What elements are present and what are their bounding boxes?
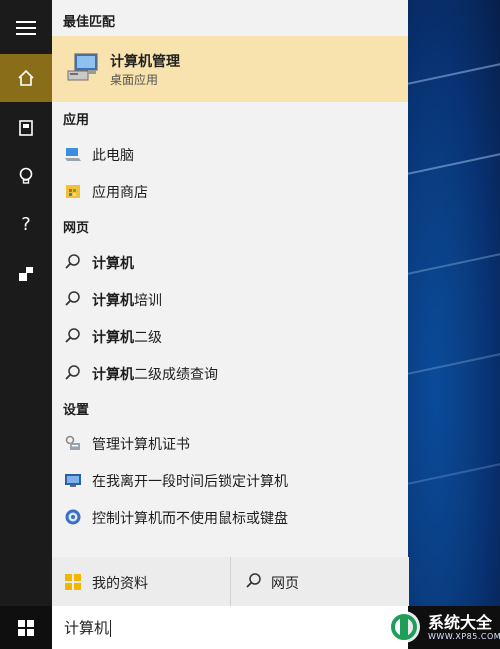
- setting-item-label: 在我离开一段时间后锁定计算机: [92, 474, 288, 490]
- screen: ? 最佳匹配 计算机管理 桌面应用 应用 此电脑 应用商店 网页 计算机 计算机…: [0, 0, 500, 649]
- web-search-button[interactable]: 网页: [230, 557, 409, 606]
- help-button[interactable]: ?: [0, 200, 52, 248]
- notebook-icon: [19, 120, 33, 136]
- store-icon: [66, 185, 80, 198]
- web-suggestion-label: 计算机二级: [92, 330, 162, 346]
- app-item-label: 应用商店: [92, 185, 148, 201]
- search-icon: [65, 254, 80, 269]
- watermark: 系统大全 WWW.XP85.COM: [382, 605, 500, 649]
- search-icon: [246, 573, 261, 588]
- best-match-title: 计算机管理: [110, 54, 180, 70]
- web-suggestion-2[interactable]: 计算机培训: [52, 284, 408, 314]
- menu-button[interactable]: [0, 4, 52, 52]
- app-item-label: 此电脑: [92, 148, 134, 164]
- setting-item-ease-of-access[interactable]: 控制计算机而不使用鼠标或键盘: [52, 502, 408, 532]
- app-item-store[interactable]: 应用商店: [52, 176, 408, 206]
- setting-item-lock[interactable]: 在我离开一段时间后锁定计算机: [52, 465, 408, 495]
- watermark-url: WWW.XP85.COM: [428, 632, 500, 641]
- web-suggestion-3[interactable]: 计算机二级: [52, 321, 408, 351]
- web-suggestion-4[interactable]: 计算机二级成绩查询: [52, 358, 408, 388]
- home-button[interactable]: [0, 54, 52, 102]
- ease-of-access-icon: [65, 509, 81, 525]
- web-suggestion-label: 计算机: [92, 256, 134, 272]
- reminders-button[interactable]: [0, 152, 52, 200]
- watermark-brand: 系统大全: [428, 613, 493, 632]
- computer-icon: [65, 148, 81, 161]
- hamburger-icon: [16, 21, 36, 35]
- lightbulb-icon: [19, 167, 33, 184]
- search-icon: [65, 328, 80, 343]
- setting-item-certificates[interactable]: 管理计算机证书: [52, 428, 408, 458]
- lock-screen-icon: [65, 474, 81, 487]
- windows-start-icon: [18, 619, 34, 636]
- start-left-rail: ?: [0, 0, 52, 606]
- section-best-match: 最佳匹配: [63, 15, 116, 30]
- app-item-this-pc[interactable]: 此电脑: [52, 139, 408, 169]
- watermark-logo-icon: [388, 611, 420, 643]
- computer-management-icon: [67, 53, 98, 81]
- setting-item-label: 管理计算机证书: [92, 437, 190, 453]
- certificate-icon: [65, 435, 80, 450]
- my-stuff-label: 我的资料: [92, 576, 148, 592]
- home-icon: [18, 69, 34, 86]
- search-results-panel: 最佳匹配 计算机管理 桌面应用 应用 此电脑 应用商店 网页 计算机 计算机培训…: [52, 0, 409, 606]
- web-suggestion-1[interactable]: 计算机: [52, 247, 408, 277]
- start-button[interactable]: [0, 606, 52, 649]
- section-apps: 应用: [63, 113, 90, 128]
- notebook-button[interactable]: [0, 104, 52, 152]
- my-stuff-button[interactable]: 我的资料: [52, 557, 230, 606]
- feedback-button[interactable]: [0, 250, 52, 298]
- setting-item-label: 控制计算机而不使用鼠标或键盘: [92, 511, 288, 527]
- windows-logo-icon: [65, 574, 81, 590]
- best-match-item[interactable]: 计算机管理 桌面应用: [52, 36, 408, 102]
- web-suggestion-label: 计算机培训: [92, 293, 162, 309]
- section-settings: 设置: [63, 403, 90, 418]
- search-icon: [65, 365, 80, 380]
- search-input[interactable]: 计算机: [64, 617, 112, 638]
- web-search-label: 网页: [271, 576, 299, 592]
- search-icon: [65, 291, 80, 306]
- desktop-wallpaper: [369, 0, 500, 649]
- search-box[interactable]: 计算机: [52, 606, 408, 649]
- question-icon: ?: [21, 213, 31, 235]
- best-match-subtitle: 桌面应用: [110, 73, 159, 87]
- feedback-icon: [19, 267, 33, 281]
- web-suggestion-label: 计算机二级成绩查询: [92, 367, 218, 383]
- section-web: 网页: [63, 221, 90, 236]
